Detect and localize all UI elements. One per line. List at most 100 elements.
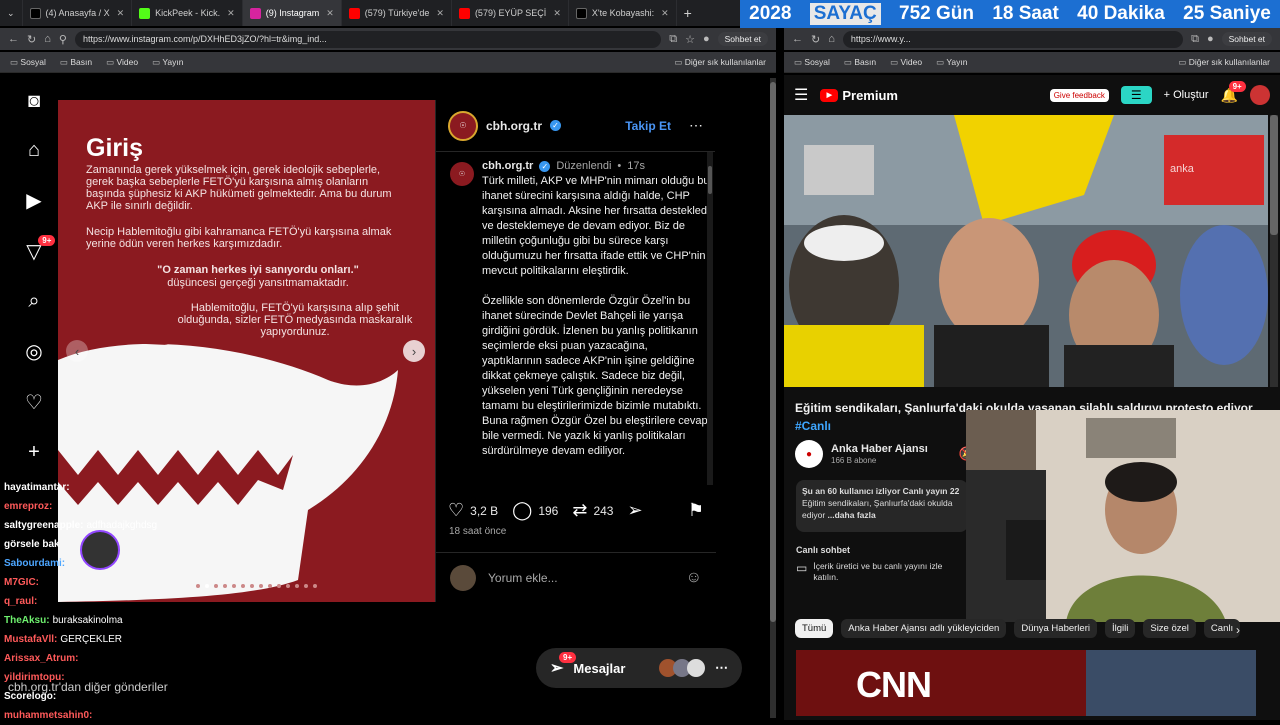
close-icon[interactable]: ✕ [553, 8, 561, 19]
profile-icon[interactable]: ● [1207, 33, 1214, 45]
like-icon[interactable]: ♡ [448, 500, 464, 521]
tab-label: (579) EYÜP SEÇİ [474, 8, 547, 18]
account-name[interactable]: cbh.org.tr [486, 119, 542, 133]
chip-uploader[interactable]: Anka Haber Ajansı adlı yükleyiciden [841, 619, 1007, 638]
chip-live[interactable]: Canlı [1203, 619, 1241, 638]
home-icon[interactable]: ⌂ [44, 33, 51, 45]
tab-label: (9) Instagram [265, 8, 320, 18]
browser-tab-instagram[interactable]: (9) Instagram ✕ [242, 0, 342, 26]
bookmark-folder[interactable]: Sosyal [10, 57, 46, 68]
caption-scrollbar[interactable] [707, 152, 713, 485]
new-tab-button[interactable]: + [677, 0, 699, 26]
reload-icon[interactable]: ↻ [811, 33, 820, 46]
home-icon[interactable]: ⌂ [828, 33, 835, 45]
browser-tab-youtube-2[interactable]: (579) EYÜP SEÇİ ✕ [452, 0, 569, 26]
notifications-icon[interactable]: ▽ 9+ [26, 235, 56, 264]
recommended-video-thumbnail[interactable]: CNN [796, 650, 1256, 716]
channel-name[interactable]: Anka Haber Ajansı [831, 443, 928, 455]
other-bookmarks[interactable]: Diğer sık kullanılanlar [674, 57, 766, 68]
bookmark-folder[interactable]: Video [890, 57, 922, 68]
page-scrollbar[interactable] [770, 78, 776, 718]
caption-account[interactable]: cbh.org.tr [482, 160, 533, 172]
search-icon[interactable]: ⌕ [28, 290, 39, 313]
youtube-logo[interactable]: ▶ Premium [820, 88, 898, 103]
chip-related[interactable]: İlgili [1104, 619, 1136, 638]
home-icon[interactable]: ⌂ [28, 139, 40, 162]
close-icon[interactable]: ✕ [117, 8, 125, 19]
youtube-header: ☰ ▶ Premium Give feedback ☰ + Oluştur 🔔 9+ [784, 78, 1280, 112]
extensions-icon[interactable]: ⧉ [1191, 33, 1199, 46]
extensions-icon[interactable]: ⧉ [669, 33, 677, 46]
close-icon[interactable]: ✕ [436, 8, 444, 19]
right-address-bar-row: ← ↻ ⌂ https://www.y... ⧉ ● Sohbet et [784, 28, 1280, 50]
bookmark-folder[interactable]: Yayın [936, 57, 967, 68]
youtube-scrollbar[interactable] [1270, 115, 1278, 387]
account-avatar[interactable]: ☉ [448, 110, 478, 141]
notifications-icon[interactable]: 🔔 9+ [1221, 80, 1246, 104]
browser-tab-youtube-1[interactable]: (579) Türkiye'de ✕ [342, 0, 452, 26]
video-hashtag[interactable]: #Canlı [795, 419, 831, 433]
chip-for-you[interactable]: Size özel [1143, 619, 1196, 638]
address-input[interactable]: https://www.instagram.com/p/DXHhED3jZO/?… [74, 30, 662, 48]
emoji-icon[interactable]: ☺ [686, 569, 702, 587]
bookmark-folder[interactable]: Basın [844, 57, 876, 68]
explore-icon[interactable]: ◎ [25, 339, 42, 364]
chip-world-news[interactable]: Dünya Haberleri [1014, 619, 1097, 638]
address-input[interactable]: https://www.y... [842, 30, 1184, 48]
browser-tab-kickpeek[interactable]: KickPeek - Kick. ✕ [132, 0, 243, 26]
comment-input[interactable]: Yorum ekle... [488, 571, 558, 585]
account-avatar[interactable] [1250, 85, 1270, 105]
site-info-icon[interactable]: ⚲ [59, 33, 67, 46]
other-bookmarks[interactable]: Diğer sık kullanılanlar [1178, 57, 1270, 68]
video-description[interactable]: Şu an 60 kullanıcı izliyor Canlı yayın 2… [796, 480, 968, 532]
profile-icon[interactable]: ● [703, 33, 710, 45]
menu-icon[interactable]: ☰ [794, 85, 808, 105]
reload-icon[interactable]: ↻ [27, 33, 36, 46]
more-options-icon[interactable]: ⋯ [689, 117, 703, 134]
close-icon[interactable]: ✕ [326, 8, 334, 19]
star-icon[interactable]: ☆ [685, 33, 695, 46]
instagram-icon[interactable]: ◙ [28, 90, 40, 113]
streamer-webcam [966, 410, 1280, 622]
reels-icon[interactable]: ▶ [26, 188, 41, 213]
messages-badge: 9+ [559, 652, 577, 663]
show-more-link[interactable]: ...daha fazla [828, 510, 876, 520]
back-icon[interactable]: ← [8, 33, 19, 45]
x-logo-icon [29, 7, 41, 19]
description-text: ediyor [802, 510, 826, 520]
close-icon[interactable]: ✕ [227, 8, 235, 19]
carousel-prev-button[interactable]: ‹ [66, 340, 88, 362]
channel-avatar[interactable]: ● [795, 440, 823, 468]
bookmark-icon[interactable]: ⚑ [688, 500, 704, 521]
create-icon[interactable]: + [28, 441, 40, 464]
bookmark-folder[interactable]: Sosyal [794, 57, 830, 68]
messages-button[interactable]: ➢ 9+ Mesajlar ⋯ [536, 648, 742, 688]
comment-icon[interactable]: ◯ [512, 500, 532, 521]
back-icon[interactable]: ← [792, 33, 803, 45]
chat-button[interactable]: Sohbet et [1221, 32, 1272, 46]
feedback-button[interactable]: Give feedback [1049, 88, 1109, 102]
heart-icon[interactable]: ♡ [25, 390, 43, 415]
carousel-next-button[interactable]: › [403, 340, 425, 362]
chat-username: TheAksu: [4, 615, 50, 626]
bookmark-folder[interactable]: Basın [60, 57, 92, 68]
repost-icon[interactable]: ⇄ [572, 500, 587, 521]
caption-avatar[interactable]: ☉ [450, 162, 474, 186]
more-icon[interactable]: ⋯ [715, 660, 728, 676]
chevron-right-icon[interactable]: › [1236, 623, 1240, 637]
follow-button[interactable]: Takip Et [625, 119, 671, 133]
bookmark-folder[interactable]: Video [106, 57, 138, 68]
browser-tab-x[interactable]: (4) Anasayfa / X ✕ [23, 0, 133, 26]
bookmark-folder[interactable]: Yayın [152, 57, 183, 68]
create-button[interactable]: + Oluştur [1164, 89, 1209, 101]
share-icon[interactable]: ➢ [627, 500, 642, 521]
slide-paragraph: Necip Hablemitoğlu gibi kahramanca FETÖ'… [86, 226, 392, 250]
close-icon[interactable]: ✕ [661, 8, 669, 19]
tab-menu[interactable]: ⌄ [0, 0, 23, 26]
browser-tab-x-kobayashi[interactable]: X'te Kobayashi: ✕ [569, 0, 677, 26]
video-player[interactable]: anka [784, 115, 1268, 387]
chat-button[interactable]: Sohbet et [717, 32, 768, 46]
extension-button[interactable]: ☰ [1120, 86, 1152, 104]
chat-username: saltygreenapple: [4, 520, 84, 531]
chip-all[interactable]: Tümü [795, 619, 834, 638]
